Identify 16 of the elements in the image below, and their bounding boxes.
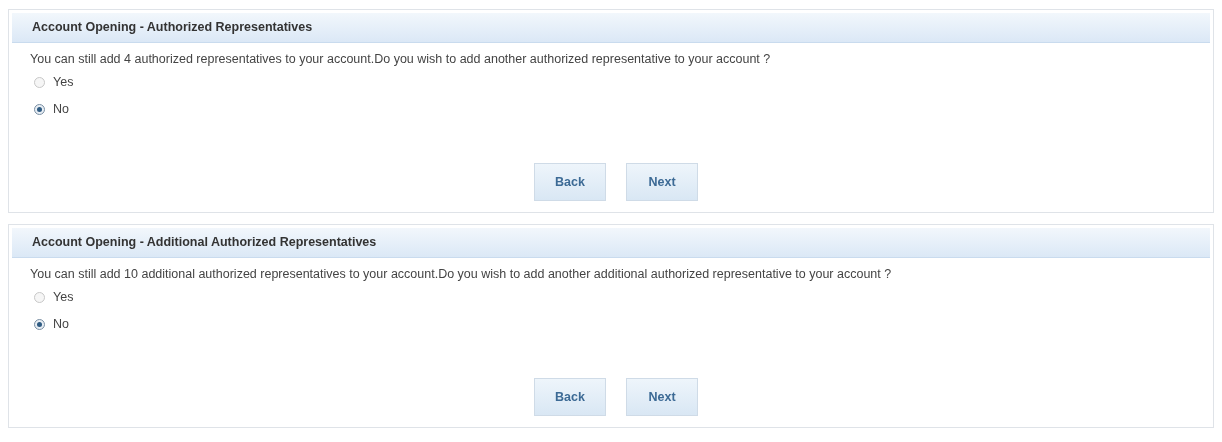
next-button[interactable]: Next bbox=[626, 378, 698, 416]
radio-button[interactable] bbox=[34, 318, 45, 330]
radio-option[interactable]: Yes bbox=[34, 73, 1188, 92]
question-text: You can still add 10 additional authorized representatives to your account.Do you wish to add another additional authorized representative to your account ? bbox=[29, 266, 893, 282]
back-button[interactable]: Back bbox=[534, 163, 606, 201]
back-button[interactable]: Back bbox=[534, 378, 606, 416]
radio-option[interactable]: Yes bbox=[34, 288, 1188, 307]
panel-title: Account Opening - Additional Authorized Representatives bbox=[32, 234, 377, 252]
question-text: You can still add 4 authorized representatives to your account.Do you wish to add another authorized representative to your account ? bbox=[29, 51, 772, 67]
radio-button[interactable] bbox=[34, 291, 45, 303]
radio-button[interactable] bbox=[34, 76, 45, 88]
radio-button[interactable] bbox=[34, 103, 45, 115]
next-button[interactable]: Next bbox=[626, 163, 698, 201]
radio-option[interactable]: No bbox=[34, 314, 1188, 334]
radio-option[interactable]: No bbox=[34, 99, 1188, 119]
panel-title: Account Opening - Authorized Representatives bbox=[32, 19, 313, 37]
